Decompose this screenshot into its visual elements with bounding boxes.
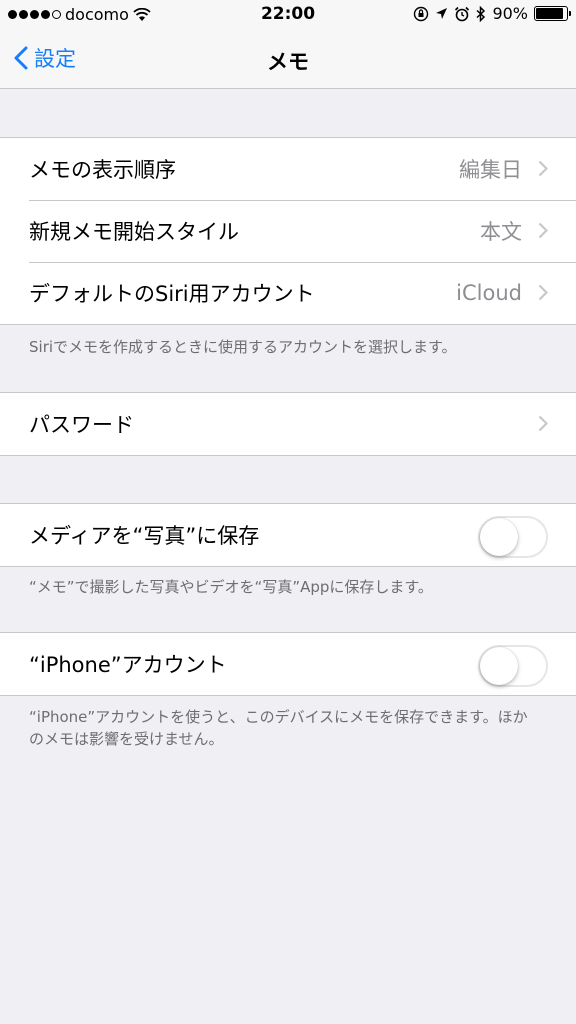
save-media-footer: “メモ”で撮影した写真やビデオを“写真”Appに保存します。 [29, 578, 433, 596]
status-right: 90% [413, 4, 571, 23]
save-media-group: メディアを“写真”に保存 [0, 503, 576, 567]
location-icon [436, 8, 448, 19]
chevron-right-icon [538, 284, 548, 301]
chevron-right-icon [538, 160, 548, 177]
siri-default-account-row[interactable]: デフォルトのSiri用アカウント iCloud [0, 262, 576, 324]
new-note-style-row[interactable]: 新規メモ開始スタイル 本文 [0, 200, 576, 262]
row-label: メモの表示順序 [29, 158, 176, 182]
chevron-right-icon [538, 415, 548, 432]
battery-percent: 90% [492, 4, 528, 23]
row-label: デフォルトのSiri用アカウント [29, 282, 315, 306]
alarm-icon [455, 6, 470, 21]
iphone-account-row: “iPhone”アカウント [0, 633, 576, 695]
row-label: パスワード [29, 413, 134, 437]
chevron-right-icon [538, 222, 548, 239]
row-label: メディアを“写真”に保存 [29, 524, 260, 548]
battery-icon [534, 6, 571, 21]
row-label: 新規メモ開始スタイル [29, 220, 239, 244]
save-media-toggle[interactable] [478, 516, 548, 558]
orientation-lock-icon [414, 6, 429, 21]
row-value: 本文 [480, 220, 522, 244]
page-title: メモ [267, 50, 309, 74]
sort-settings-group: メモの表示順序 編集日 新規メモ開始スタイル 本文 デフォルトのSiri用アカウ… [0, 137, 576, 325]
iphone-account-footer: “iPhone”アカウントを使うと、このデバイスにメモを保存できます。ほかのメモ… [29, 708, 528, 748]
iphone-account-toggle[interactable] [478, 645, 548, 687]
save-media-row: メディアを“写真”に保存 [0, 504, 576, 566]
iphone-account-group: “iPhone”アカウント [0, 632, 576, 696]
status-bar: docomo 22:00 90% [0, 0, 576, 30]
password-group: パスワード [0, 392, 576, 456]
password-row[interactable]: パスワード [0, 393, 576, 455]
row-value: iCloud [456, 281, 522, 305]
toggle-knob [480, 518, 518, 556]
navigation-bar: 設定 メモ [0, 30, 576, 89]
toggle-knob [480, 647, 518, 685]
siri-account-footer: Siriでメモを作成するときに使用するアカウントを選択します。 [29, 338, 457, 356]
bluetooth-icon [476, 5, 486, 22]
row-value: 編集日 [459, 158, 522, 182]
sort-order-row[interactable]: メモの表示順序 編集日 [0, 138, 576, 200]
row-label: “iPhone”アカウント [29, 653, 227, 677]
